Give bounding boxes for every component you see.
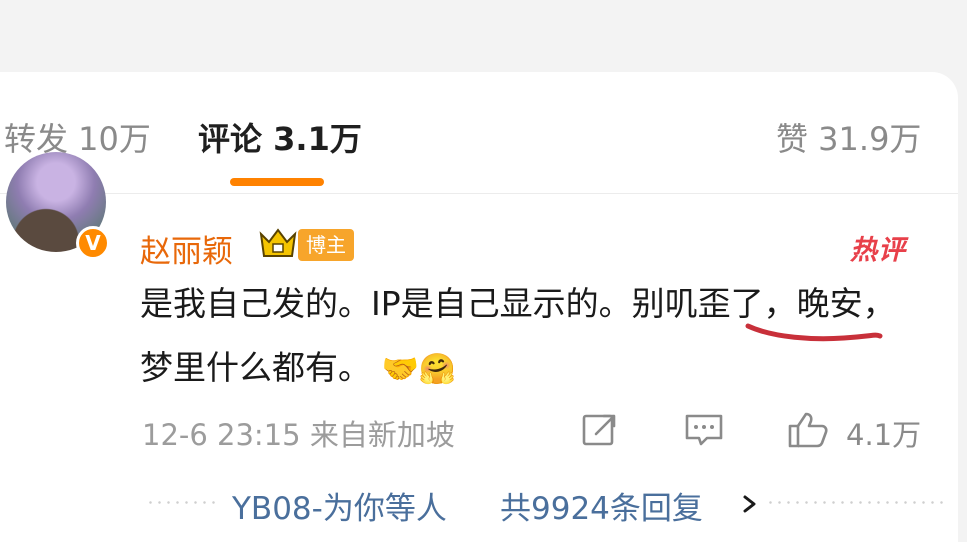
chevron-right-icon[interactable] (740, 494, 760, 514)
role-badge: 博主 (298, 229, 354, 261)
verified-badge: V (76, 226, 110, 260)
reply-preview[interactable]: YB08-为你等人 (232, 483, 447, 528)
reply-separator-right (766, 501, 946, 504)
thumbs-up-icon[interactable] (786, 410, 830, 450)
tab-divider (0, 193, 958, 194)
hot-comment-badge: 热评 (850, 235, 906, 266)
like-count[interactable]: 4.1万 (846, 412, 921, 454)
red-underline-annotation (745, 323, 883, 342)
reply-count-link[interactable]: 共9924条回复 (500, 483, 703, 528)
comment-time-location: 12-6 23:15 来自新加坡 (142, 418, 455, 452)
hug-emoji: 🤗 (418, 351, 457, 387)
avatar[interactable]: V (6, 152, 110, 260)
reply-separator-left (146, 501, 220, 504)
tab-repost[interactable]: 转发 10万 (4, 114, 151, 160)
tab-comments[interactable]: 评论 3.1万 (198, 114, 362, 160)
active-tab-indicator (230, 178, 324, 186)
handshake-emoji: 🤝 (381, 351, 419, 387)
comment-icon[interactable] (683, 410, 725, 450)
crown-icon (259, 228, 297, 257)
share-icon[interactable] (580, 410, 620, 450)
tab-likes[interactable]: 赞 31.9万 (776, 114, 921, 160)
comment-username[interactable]: 赵丽颖 (140, 226, 233, 271)
